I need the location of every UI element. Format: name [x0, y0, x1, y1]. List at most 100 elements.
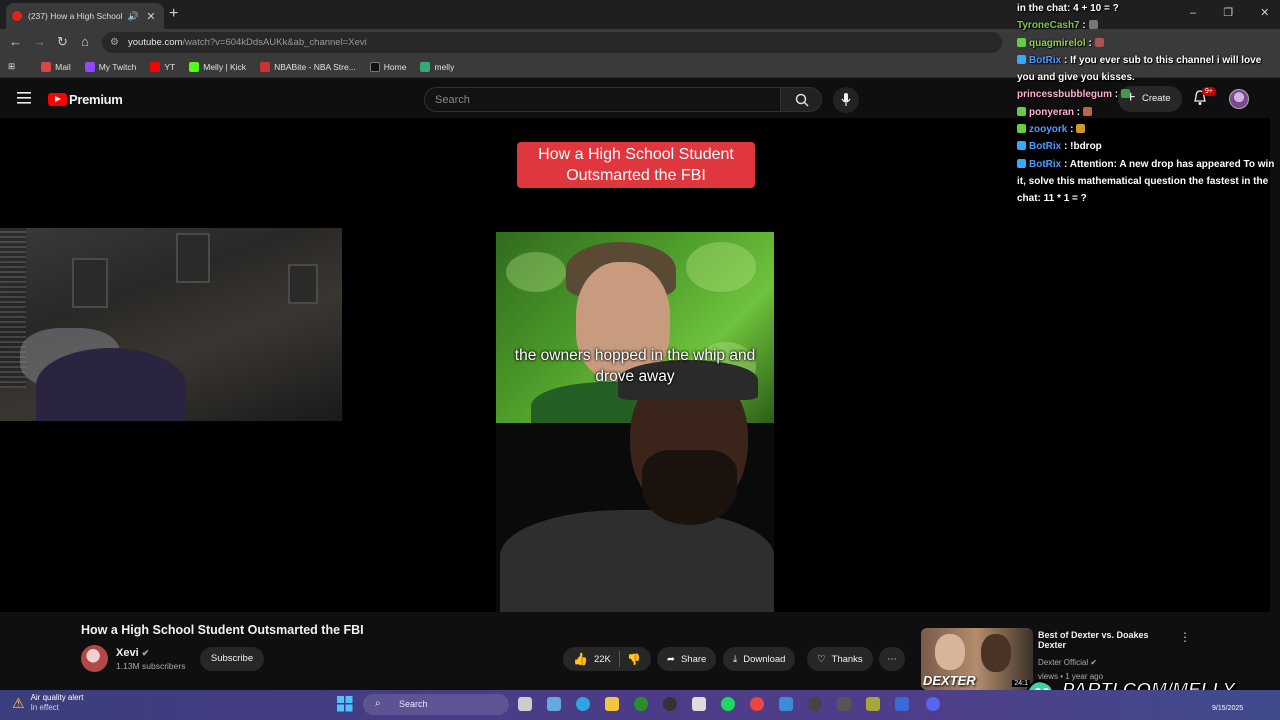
weather-widget[interactable]: ⚠ Air quality alert In effect	[12, 693, 83, 713]
youtube-icon	[150, 61, 161, 72]
store-icon[interactable]	[692, 697, 706, 711]
emote-icon	[1120, 89, 1130, 99]
copilot-icon[interactable]	[547, 697, 561, 711]
file-explorer-icon[interactable]	[605, 697, 619, 711]
photos-icon[interactable]	[779, 697, 793, 711]
close-tab-icon[interactable]: ✕	[144, 10, 158, 23]
chat-line: BotRix : If you ever sub to this channel…	[1017, 54, 1262, 84]
more-icon: ⋯	[887, 653, 897, 665]
app-icon[interactable]	[895, 697, 909, 711]
chat-line: quagmirelol :	[1012, 35, 1280, 52]
thumbs-up-icon: 👍	[573, 652, 588, 666]
share-icon: ➦	[667, 653, 675, 665]
twitch-icon	[84, 61, 95, 72]
video-title: How a High School Student Outsmarted the…	[81, 623, 364, 637]
site-info-icon[interactable]: ⚙	[110, 37, 119, 48]
video-title-banner: How a High School Student Outsmarted the…	[517, 142, 755, 188]
emote-icon	[1082, 106, 1092, 116]
chat-line: ponyeran :	[1012, 104, 1280, 121]
youtube-logo[interactable]: Premium	[48, 92, 123, 107]
reload-icon[interactable]: ↻	[57, 34, 68, 50]
verified-icon: ✔	[141, 648, 150, 658]
back-icon[interactable]: ←	[9, 34, 22, 49]
start-button[interactable]	[337, 696, 353, 712]
chat-line: BotRix : Attention: A new drop has appea…	[1017, 158, 1275, 205]
microphone-icon	[841, 93, 851, 106]
download-button[interactable]: ⤓ Download	[723, 647, 796, 671]
bookmark-melly[interactable]: melly	[420, 61, 454, 72]
bookmark-yt[interactable]: YT	[150, 61, 175, 72]
address-bar[interactable]: ⚙ youtube.com/watch?v=604kDdsAUKk&ab_cha…	[102, 32, 1002, 53]
speaker-icon[interactable]: 🔊	[128, 11, 139, 22]
bookmark-nbabite[interactable]: NBABite - NBA Stre...	[260, 61, 356, 72]
youtube-play-icon	[48, 93, 67, 106]
video-caption: the owners hopped in the whip and drove …	[514, 347, 756, 385]
recommended-channel[interactable]: Dexter Official ✔	[1038, 658, 1097, 667]
channel-name[interactable]: Xevi ✔	[116, 647, 149, 659]
chat-line: in the chat: 4 + 10 = ?	[1017, 3, 1119, 14]
share-button[interactable]: ➦ Share	[657, 647, 717, 671]
channel-avatar[interactable]	[81, 645, 108, 672]
like-button[interactable]: 👍 22K	[573, 652, 611, 666]
chat-line: princessbubblegum :	[1012, 86, 1280, 103]
verified-icon: ✔	[1090, 658, 1098, 667]
apps-icon[interactable]: ⊞	[8, 61, 15, 72]
download-icon: ⤓	[733, 653, 738, 665]
bookmark-home[interactable]: Home	[369, 61, 406, 72]
voice-search-button[interactable]	[833, 87, 859, 113]
discord-icon[interactable]	[926, 697, 940, 711]
url-domain: youtube.com	[128, 37, 183, 48]
like-dislike-group: 👍 22K 👎	[563, 647, 651, 671]
more-actions-button[interactable]: ⋯	[879, 647, 905, 671]
tab-title: (237) How a High School St	[28, 11, 123, 21]
search-icon: ⌕	[375, 698, 381, 709]
chat-line: TyroneCash7 :	[1012, 17, 1280, 34]
app-icon[interactable]	[866, 697, 880, 711]
bot-badge-icon	[1017, 158, 1026, 168]
url-path: /watch?v=604kDdsAUKk&ab_channel=Xevi	[182, 37, 367, 48]
browser-tab[interactable]: (237) How a High School St 🔊 ✕	[6, 3, 164, 29]
melly-icon	[420, 61, 431, 72]
kick-icon	[189, 61, 200, 72]
thanks-button[interactable]: ♡ Thanks	[807, 647, 873, 671]
bookmark-melly-kick[interactable]: Melly | Kick	[189, 61, 246, 72]
search-icon	[795, 93, 809, 107]
thanks-icon: ♡	[817, 653, 826, 665]
edge-icon[interactable]	[576, 697, 590, 711]
media-player-icon[interactable]	[808, 697, 822, 711]
taskbar-search[interactable]: ⌕ Search	[363, 694, 509, 715]
warning-icon: ⚠	[12, 695, 25, 711]
x-icon	[369, 61, 380, 72]
thumbs-down-icon: 👎	[627, 653, 641, 666]
bookmark-mail[interactable]: Mail	[41, 61, 71, 72]
badge-icon	[1017, 124, 1026, 134]
chat-line: BotRix : !bdrop	[1012, 138, 1280, 155]
emote-icon	[1094, 37, 1104, 47]
subscribe-button[interactable]: Subscribe	[200, 647, 264, 671]
emote-icon	[1088, 20, 1098, 30]
bookmark-my-twitch[interactable]: My Twitch	[84, 61, 136, 72]
forward-icon[interactable]: →	[33, 34, 46, 49]
bot-badge-icon	[1017, 54, 1026, 64]
streamer-webcam-overlay	[0, 228, 342, 421]
stream-chat-overlay: in the chat: 4 + 10 = ? TyroneCash7 : qu…	[1012, 0, 1280, 204]
app-icon[interactable]	[837, 697, 851, 711]
recommended-thumbnail[interactable]: DEXTER 24:1	[921, 628, 1033, 690]
windows-logo-icon	[337, 696, 353, 712]
bot-badge-icon	[1017, 141, 1026, 151]
home-icon[interactable]: ⌂	[81, 34, 89, 49]
system-date: 9/15/2025	[1212, 705, 1244, 712]
menu-icon[interactable]	[17, 92, 31, 104]
dislike-button[interactable]: 👎	[627, 653, 641, 666]
steam-icon[interactable]	[663, 697, 677, 711]
new-tab-button[interactable]: +	[169, 5, 178, 23]
chrome-icon[interactable]	[750, 697, 764, 711]
search-button[interactable]	[780, 87, 822, 112]
recommended-title[interactable]: Best of Dexter vs. Doakes Dexter	[1038, 630, 1149, 650]
youtube-favicon-icon	[12, 11, 22, 21]
search-input[interactable]: Search	[424, 87, 781, 112]
task-view-icon[interactable]	[518, 697, 532, 711]
xbox-icon[interactable]	[634, 697, 648, 711]
spotify-icon[interactable]	[721, 697, 735, 711]
recommended-menu-icon[interactable]: ⋮	[1179, 630, 1191, 644]
